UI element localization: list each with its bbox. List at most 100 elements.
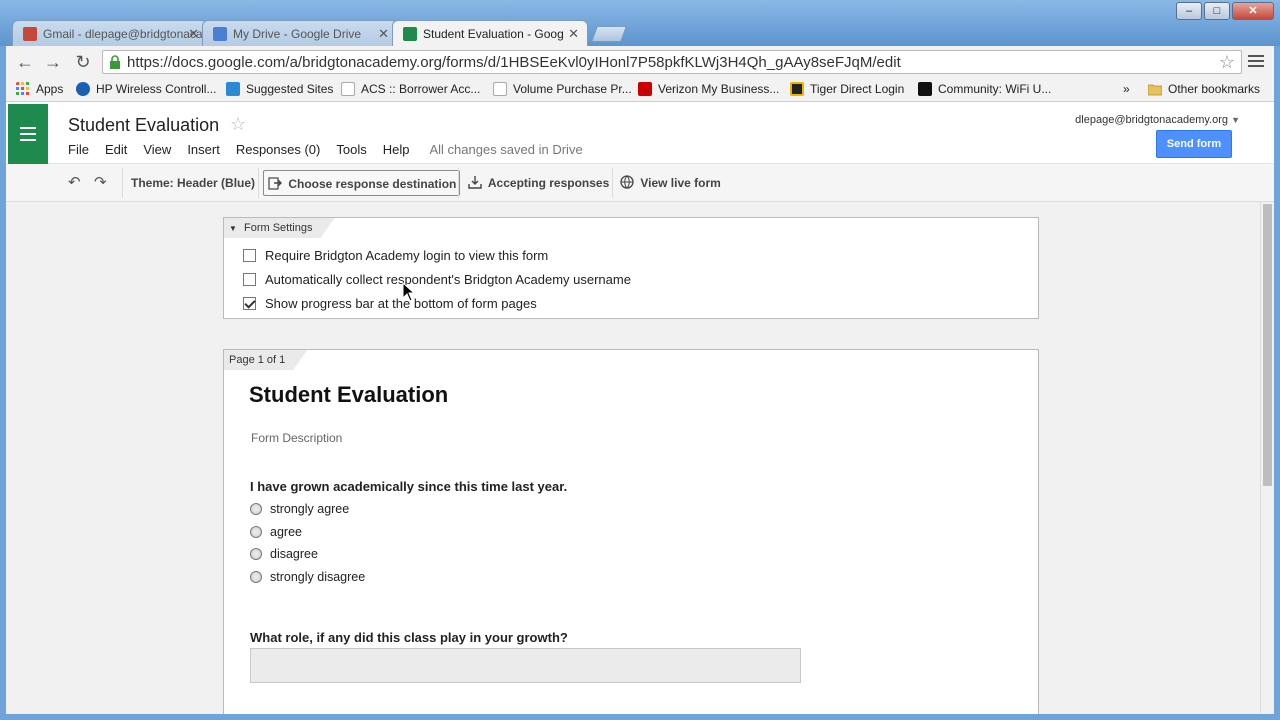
choice-option[interactable]: disagree: [250, 547, 318, 561]
tiger-direct-icon: [790, 82, 804, 96]
choose-destination-label: Choose response destination: [288, 177, 457, 191]
chrome-menu-icon[interactable]: [1248, 52, 1264, 70]
choice-option[interactable]: agree: [250, 525, 302, 539]
redo-icon[interactable]: ↷: [94, 170, 107, 196]
back-arrow-icon[interactable]: ←: [14, 52, 36, 72]
close-icon[interactable]: ✕: [188, 21, 199, 46]
bookmarks-overflow-button[interactable]: »: [1123, 82, 1130, 96]
form-editor-canvas: ▼ Form Settings Require Bridgton Academy…: [6, 202, 1260, 714]
setting-label: Require Bridgton Academy login to view t…: [265, 248, 549, 263]
view-live-form-label: View live form: [640, 176, 721, 190]
setting-require-login[interactable]: Require Bridgton Academy login to view t…: [243, 248, 548, 263]
require-login-checkbox[interactable]: [243, 249, 256, 262]
title-bar: – □ ✕ Gmail - dlepage@bridgtonacademy.or…: [0, 0, 1280, 46]
download-tray-icon: [468, 176, 482, 189]
docs-menu-bar: File Edit View Insert Responses (0) Tool…: [68, 142, 583, 157]
document-title[interactable]: Student Evaluation: [68, 115, 219, 136]
lock-icon: [110, 55, 120, 69]
text-answer-field[interactable]: [250, 648, 801, 683]
option-label: agree: [270, 525, 302, 539]
bookmark-community-wifi[interactable]: Community: WiFi U...: [918, 82, 1051, 96]
tab-strip: Gmail - dlepage@bridgtonacademy.org ✕ My…: [12, 18, 627, 46]
bookmark-apps[interactable]: Apps: [16, 82, 63, 96]
close-window-button[interactable]: ✕: [1232, 2, 1274, 20]
form-description[interactable]: Form Description: [251, 431, 342, 445]
choose-response-destination-button[interactable]: Choose response destination: [263, 170, 461, 196]
scrollbar-thumb[interactable]: [1263, 204, 1272, 486]
bookmark-label: Other bookmarks: [1168, 82, 1261, 96]
menu-tools[interactable]: Tools: [336, 142, 366, 157]
bookmark-label: Suggested Sites: [246, 82, 334, 96]
bookmark-label: Verizon My Business...: [658, 82, 780, 96]
docs-header: Student Evaluation ☆ File Edit View Inse…: [6, 102, 1274, 164]
setting-progress-bar[interactable]: Show progress bar at the bottom of form …: [243, 296, 537, 311]
radio-button[interactable]: [250, 503, 262, 515]
bookmark-acs-borrower[interactable]: ACS :: Borrower Acc...: [341, 82, 480, 96]
close-icon[interactable]: ✕: [568, 21, 579, 46]
undo-icon[interactable]: ↶: [68, 170, 81, 196]
bookmark-star-icon[interactable]: ☆: [1219, 52, 1235, 73]
progress-bar-checkbox[interactable]: [243, 297, 256, 310]
url-text: https://docs.google.com/a/bridgtonacadem…: [127, 54, 901, 71]
send-form-button[interactable]: Send form: [1156, 130, 1232, 158]
vertical-scrollbar[interactable]: [1260, 202, 1274, 714]
hp-icon: [76, 82, 90, 96]
star-icon[interactable]: ☆: [230, 114, 246, 135]
tab-student-evaluation[interactable]: Student Evaluation - Goog ✕: [392, 20, 588, 46]
bookmarks-bar: Apps HP Wireless Controll... Suggested S…: [6, 78, 1274, 102]
bookmark-label: Tiger Direct Login: [810, 82, 905, 96]
tab-gmail[interactable]: Gmail - dlepage@bridgtonacademy.org ✕: [12, 20, 208, 46]
form-page-card: Page 1 of 1 Student Evaluation Form Desc…: [223, 349, 1039, 714]
question-title[interactable]: I have grown academically since this tim…: [250, 479, 567, 494]
menu-responses[interactable]: Responses (0): [236, 142, 321, 157]
account-switcher[interactable]: dlepage@bridgtonacademy.org ▼: [1075, 114, 1240, 126]
view-live-form-button[interactable]: View live form: [620, 170, 721, 196]
theme-button[interactable]: Theme: Header (Blue): [131, 170, 255, 196]
question-title[interactable]: What role, if any did this class play in…: [250, 630, 568, 645]
form-title[interactable]: Student Evaluation: [249, 382, 448, 408]
radio-button[interactable]: [250, 526, 262, 538]
menu-edit[interactable]: Edit: [105, 142, 127, 157]
maximize-button[interactable]: □: [1204, 2, 1230, 20]
page-icon: [341, 82, 355, 96]
setting-label: Automatically collect respondent's Bridg…: [265, 272, 631, 287]
menu-file[interactable]: File: [68, 142, 89, 157]
reload-icon[interactable]: ↻: [72, 52, 94, 72]
menu-view[interactable]: View: [143, 142, 171, 157]
tab-label: Student Evaluation - Goog: [423, 27, 564, 41]
choice-option[interactable]: strongly disagree: [250, 570, 365, 584]
triangle-down-icon: ▼: [229, 224, 237, 233]
menu-insert[interactable]: Insert: [187, 142, 220, 157]
bookmark-tiger-direct[interactable]: Tiger Direct Login: [790, 82, 904, 96]
destination-icon: [268, 177, 282, 190]
close-icon[interactable]: ✕: [378, 21, 389, 46]
bookmark-suggested-sites[interactable]: Suggested Sites: [226, 82, 333, 96]
bookmark-verizon[interactable]: Verizon My Business...: [638, 82, 779, 96]
forms-menu-icon[interactable]: [8, 104, 48, 164]
forward-arrow-icon[interactable]: →: [42, 52, 64, 72]
other-bookmarks-folder[interactable]: Other bookmarks: [1148, 82, 1260, 96]
address-bar[interactable]: https://docs.google.com/a/bridgtonacadem…: [102, 50, 1242, 74]
form-settings-label: Form Settings: [243, 222, 313, 234]
page-icon: [493, 82, 507, 96]
setting-collect-username[interactable]: Automatically collect respondent's Bridg…: [243, 272, 631, 287]
radio-button[interactable]: [250, 548, 262, 560]
suggested-sites-icon: [226, 82, 240, 96]
radio-button[interactable]: [250, 571, 262, 583]
browser-toolbar: ← → ↻ https://docs.google.com/a/bridgton…: [6, 46, 1274, 78]
choice-option[interactable]: strongly agree: [250, 502, 349, 516]
toolbar-divider: [122, 168, 123, 198]
option-label: disagree: [270, 547, 318, 561]
minimize-button[interactable]: –: [1176, 2, 1202, 20]
menu-help[interactable]: Help: [383, 142, 410, 157]
bookmark-volume-purchase[interactable]: Volume Purchase Pr...: [493, 82, 632, 96]
collect-username-checkbox[interactable]: [243, 273, 256, 286]
google-forms-editor: Student Evaluation ☆ File Edit View Inse…: [6, 102, 1274, 714]
accepting-responses-toggle[interactable]: Accepting responses: [468, 170, 609, 196]
new-tab-button[interactable]: [591, 26, 627, 42]
tab-drive[interactable]: My Drive - Google Drive ✕: [202, 20, 398, 46]
verizon-icon: [638, 82, 652, 96]
accepting-responses-label: Accepting responses: [487, 176, 610, 190]
form-settings-toggle[interactable]: ▼ Form Settings: [224, 218, 334, 238]
bookmark-hp-wireless[interactable]: HP Wireless Controll...: [76, 82, 216, 96]
